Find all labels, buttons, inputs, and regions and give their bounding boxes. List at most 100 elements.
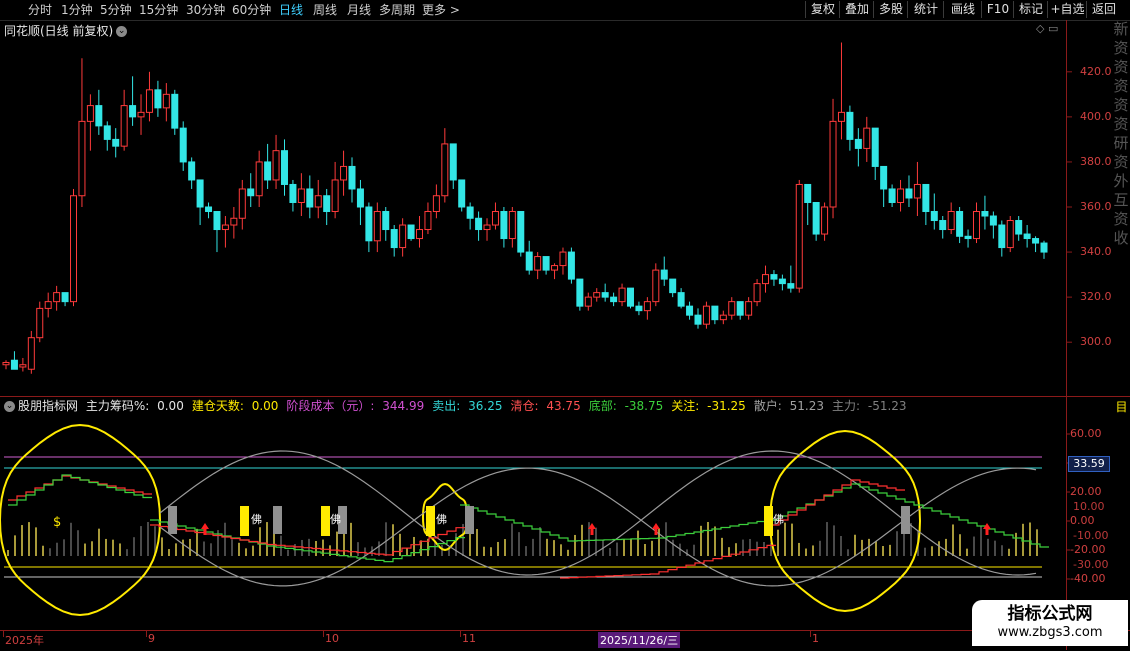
candle-body bbox=[399, 224, 407, 249]
side-char: 资 bbox=[1113, 39, 1129, 57]
time-label: 1 bbox=[812, 632, 819, 645]
candle-body bbox=[686, 305, 694, 316]
side-char: 资 bbox=[1113, 210, 1129, 228]
signal-block bbox=[426, 506, 435, 536]
side-info-panel[interactable]: 新资资资资资研资外互资收 bbox=[1112, 20, 1130, 396]
indicator-field-value: 0.00 bbox=[157, 399, 184, 413]
candle-body bbox=[188, 161, 196, 181]
candle-body bbox=[517, 211, 525, 253]
buy-marker: $ bbox=[53, 515, 61, 530]
side-char: 资 bbox=[1113, 153, 1129, 171]
indicator-field-label: 关注: bbox=[671, 399, 704, 413]
candle-body bbox=[795, 183, 803, 289]
time-tick bbox=[460, 631, 461, 637]
candle-body bbox=[280, 150, 288, 185]
indicator-field: 关注: -31.25 bbox=[671, 399, 750, 413]
candle-body bbox=[652, 269, 660, 303]
indicator-field-value: 0.00 bbox=[251, 399, 279, 413]
candle-body bbox=[86, 105, 94, 122]
exit-block bbox=[465, 506, 474, 534]
candle-body bbox=[551, 265, 559, 271]
candle-body bbox=[677, 292, 685, 307]
indicator-field: 主力筹码%: 0.00 bbox=[86, 399, 188, 413]
candle-body bbox=[466, 206, 474, 219]
indicator-field-value: 51.23 bbox=[789, 399, 825, 413]
candle-body bbox=[340, 165, 348, 181]
price-label: 420.0 bbox=[1080, 64, 1112, 78]
candle-body bbox=[129, 105, 137, 118]
price-label: 380.0 bbox=[1080, 154, 1112, 168]
candle-body bbox=[27, 337, 35, 370]
side-char: 收 bbox=[1113, 229, 1129, 247]
indicator-field-label: 底部: bbox=[588, 399, 621, 413]
candle-body bbox=[930, 211, 938, 222]
chip-step-green bbox=[460, 504, 775, 542]
candle-body bbox=[660, 269, 668, 280]
candle-body bbox=[829, 120, 837, 208]
indicator-axis-tag: 目 bbox=[1115, 400, 1128, 414]
candlestick-series bbox=[2, 42, 1048, 374]
candle-body bbox=[989, 215, 997, 226]
candle-body bbox=[525, 251, 533, 271]
candle-body bbox=[230, 217, 238, 226]
candle-body bbox=[812, 201, 820, 235]
price-label: 400.0 bbox=[1080, 109, 1112, 123]
watermark-title: 指标公式网 bbox=[1007, 604, 1093, 624]
candle-body bbox=[70, 195, 78, 303]
candle-body bbox=[61, 292, 69, 303]
candle-body bbox=[736, 301, 744, 316]
candle-body bbox=[264, 161, 272, 181]
candle-body bbox=[331, 179, 339, 213]
indicator-field: 清仓: 43.75 bbox=[510, 399, 584, 413]
chart-canvas: 佛 佛 佛 佛 $ bbox=[0, 42, 1072, 617]
indicator-dropdown-icon[interactable]: ⌄ bbox=[4, 401, 15, 412]
time-axis: 2025年 9 10 11 1 bbox=[0, 630, 1130, 651]
candle-body bbox=[534, 256, 542, 271]
time-tick bbox=[323, 631, 324, 637]
indicator-field: 主力: -51.23 bbox=[832, 399, 911, 413]
candle-body bbox=[162, 93, 170, 109]
chip-step-red bbox=[770, 479, 905, 526]
indicator-header: ⌄ 股朋指标网 主力筹码%: 0.00 建仓天数: 0.00 阶段成本（元）: 344… bbox=[4, 398, 919, 414]
indicator-field-label: 清仓: bbox=[510, 399, 543, 413]
candle-body bbox=[36, 307, 44, 339]
candle-body bbox=[483, 224, 491, 231]
candle-body bbox=[441, 143, 449, 197]
candle-body bbox=[272, 150, 280, 181]
candle-body bbox=[905, 188, 913, 199]
candle-body bbox=[804, 183, 812, 203]
candle-body bbox=[702, 305, 710, 325]
candle-body bbox=[103, 125, 111, 140]
indicator-axis-label: 0.00 bbox=[1070, 514, 1095, 527]
candle-body bbox=[289, 183, 297, 203]
phase-envelope bbox=[0, 423, 162, 617]
up-arrow-icon bbox=[201, 523, 209, 535]
indicator-axis-label: 20.00 bbox=[1070, 485, 1102, 498]
candle-body bbox=[964, 235, 972, 240]
candle-body bbox=[95, 105, 103, 127]
price-label: 300.0 bbox=[1080, 335, 1112, 349]
candle-body bbox=[356, 188, 364, 208]
side-char: 资 bbox=[1113, 77, 1129, 95]
candle-body bbox=[1006, 220, 1014, 249]
candle-body bbox=[458, 179, 466, 208]
indicator-field-label: 卖出: bbox=[432, 399, 465, 413]
candle-body bbox=[382, 211, 390, 231]
indicator-field-value: 344.99 bbox=[382, 399, 425, 413]
indicator-field: 底部: -38.75 bbox=[589, 399, 668, 413]
candle-body bbox=[787, 283, 795, 289]
price-label: 360.0 bbox=[1080, 200, 1112, 213]
candle-body bbox=[837, 111, 845, 122]
indicator-axis-label: -40.00 bbox=[1070, 572, 1106, 585]
candle-body bbox=[913, 183, 921, 199]
candle-body bbox=[44, 301, 52, 309]
candle-body bbox=[719, 314, 727, 321]
candle-body bbox=[1023, 233, 1031, 240]
panel-separator bbox=[0, 396, 1130, 397]
indicator-field: 建仓天数: 0.00 bbox=[192, 399, 283, 413]
watermark: 指标公式网 www.zbgs3.com bbox=[972, 600, 1128, 646]
candle-body bbox=[120, 105, 128, 147]
indicator-field-label: 散户: bbox=[753, 399, 786, 413]
candle-body bbox=[542, 256, 550, 271]
candle-body bbox=[626, 287, 634, 307]
